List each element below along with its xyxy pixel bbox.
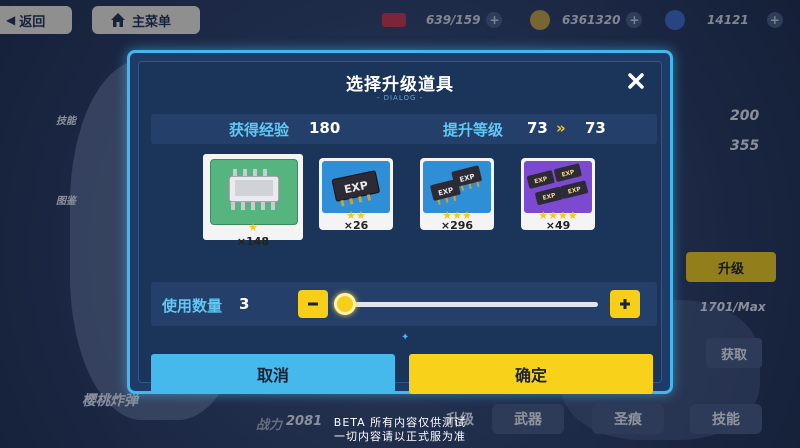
item-art-4: EXP EXP EXP EXP <box>524 161 592 213</box>
beta-notice-line2: 一切内容请以正式服为准 <box>334 430 466 443</box>
upgrade-item-dialog: 选择升级道具 - DIALOG - 获得经验 180 提升等级 73 » 73 <box>127 50 673 394</box>
plus-icon <box>620 299 630 309</box>
exp-gain-label: 获得经验 <box>229 121 290 139</box>
minus-icon <box>308 302 318 306</box>
item-thumb-3: EXP EXP ★★★ ×296 <box>420 158 494 230</box>
item-art-3: EXP EXP <box>423 161 491 213</box>
close-button[interactable] <box>621 66 651 96</box>
exp-gain-value: 180 <box>309 119 341 137</box>
stats-row: 获得经验 180 提升等级 73 » 73 <box>151 114 657 144</box>
item-thumb-1 <box>210 159 298 225</box>
item-count-2: ×26 <box>343 219 369 230</box>
decrease-button[interactable] <box>298 290 328 318</box>
increase-button[interactable] <box>610 290 640 318</box>
beta-notice-line1: BETA 所有内容仅供测试 <box>333 416 467 429</box>
level-to-value: 73 <box>585 119 606 137</box>
cancel-button[interactable]: 取消 <box>151 354 395 394</box>
double-chevron-right-icon: » <box>556 119 566 137</box>
quantity-row: 使用数量 3 <box>151 282 657 326</box>
divider-diamond-icon: ✦ <box>401 332 410 343</box>
exp-chip-icon: EXP <box>331 170 380 207</box>
quantity-label: 使用数量 <box>162 297 223 315</box>
chip-icon <box>228 169 280 210</box>
confirm-button[interactable]: 确定 <box>409 354 653 394</box>
level-from-value: 73 <box>527 119 548 137</box>
item-thumb-2: EXP ★★ ×26 <box>319 158 393 230</box>
item-card-4[interactable]: EXP EXP EXP EXP ★★★★ ×49 <box>521 154 597 240</box>
quantity-slider-track[interactable] <box>346 302 598 307</box>
item-card-2[interactable]: EXP ★★ ×26 <box>319 154 395 240</box>
dialog-title: 选择升级道具 <box>346 75 454 95</box>
exp-chip-double-icon: EXP EXP <box>430 165 482 205</box>
item-thumb-4: EXP EXP EXP EXP ★★★★ ×49 <box>521 158 595 230</box>
item-card-1[interactable]: ★ ×148 <box>203 154 303 248</box>
item-card-3[interactable]: EXP EXP ★★★ ×296 <box>420 154 496 240</box>
close-icon <box>628 73 644 89</box>
item-art-2: EXP <box>322 161 390 213</box>
dialog-subtitle: - DIALOG - <box>376 94 424 102</box>
item-stars-1: ★ <box>248 221 258 234</box>
item-count-4: ×49 <box>545 219 571 230</box>
quantity-slider-handle[interactable] <box>334 293 356 315</box>
beta-notice: BETA 所有内容仅供测试 一切内容请以正式服为准 <box>300 416 500 444</box>
item-count-1: ×148 <box>236 235 270 248</box>
dialog-body: 选择升级道具 - DIALOG - 获得经验 180 提升等级 73 » 73 <box>138 61 662 394</box>
exp-chip-stack-icon: EXPEXPEXPEXP <box>526 163 588 205</box>
item-count-3: ×296 <box>440 219 474 230</box>
level-up-label: 提升等级 <box>443 121 504 139</box>
quantity-value: 3 <box>239 295 250 313</box>
